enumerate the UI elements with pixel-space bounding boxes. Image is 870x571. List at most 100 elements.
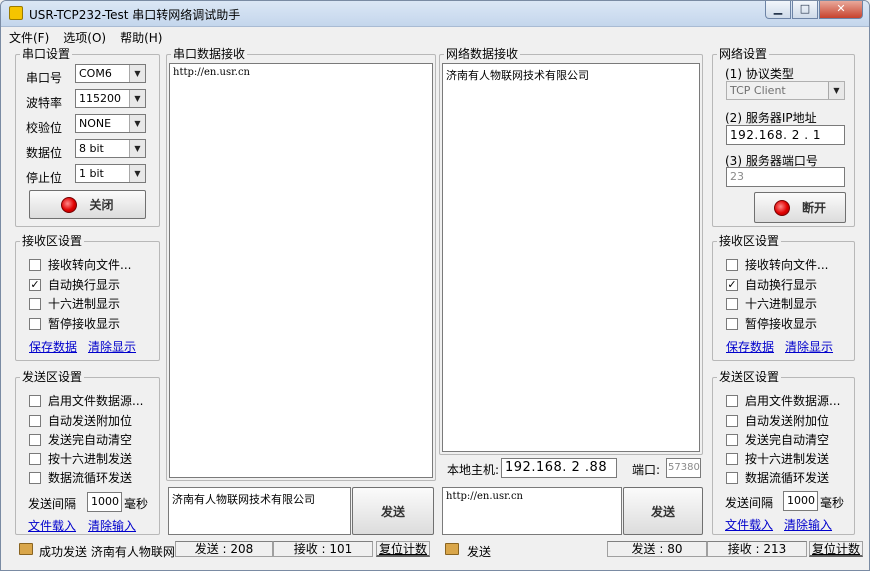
serial-load-file-link[interactable]: 文件载入 bbox=[28, 517, 76, 534]
checkbox-box[interactable] bbox=[29, 317, 41, 330]
net-clear-input-link[interactable]: 清除输入 bbox=[784, 516, 832, 533]
serial-receive-settings-title: 接收区设置 bbox=[20, 234, 85, 248]
serial-clear-input-link[interactable]: 清除输入 bbox=[88, 517, 136, 534]
serial-interval-input[interactable]: 1000 bbox=[87, 492, 122, 512]
net-tx-file-source-checkbox[interactable]: 启用文件数据源... bbox=[726, 392, 840, 409]
close-button[interactable]: ✕ bbox=[819, 1, 863, 19]
checkbox-box[interactable] bbox=[726, 471, 738, 484]
checkbox-box[interactable] bbox=[29, 258, 41, 271]
net-tx-append-checkbox[interactable]: 自动发送附加位 bbox=[726, 412, 829, 429]
net-send-textarea[interactable]: http://en.usr.cn bbox=[442, 487, 622, 535]
net-clear-display-link[interactable]: 清除显示 bbox=[785, 338, 833, 355]
server-ip-label: (2) 服务器IP地址 bbox=[725, 111, 817, 125]
checkbox-box[interactable] bbox=[726, 317, 738, 330]
databits-select[interactable]: 8 bit ▼ bbox=[75, 139, 146, 158]
serial-rx-hex-checkbox[interactable]: 十六进制显示 bbox=[29, 295, 120, 312]
checkbox-box[interactable] bbox=[29, 471, 41, 484]
net-receive-title: 网络数据接收 bbox=[444, 47, 521, 61]
serial-tx-autoclear-checkbox[interactable]: 发送完自动清空 bbox=[29, 431, 132, 448]
net-interval-input[interactable]: 1000 bbox=[783, 491, 818, 511]
stopbits-select[interactable]: 1 bit ▼ bbox=[75, 164, 146, 183]
checkbox-box[interactable] bbox=[726, 297, 738, 310]
net-save-data-link[interactable]: 保存数据 bbox=[726, 338, 774, 355]
serial-send-settings-group: 发送区设置 启用文件数据源... 自动发送附加位 发送完自动清空 按十六进制发送… bbox=[15, 370, 160, 535]
net-receive-textarea[interactable]: 济南有人物联网技术有限公司 bbox=[442, 63, 700, 452]
checkbox-box[interactable] bbox=[726, 258, 738, 271]
server-ip-input[interactable]: 192.168. 2 . 1 bbox=[726, 125, 845, 145]
protocol-select[interactable]: TCP Client ▼ bbox=[726, 81, 845, 100]
local-host-input[interactable]: 192.168. 2 .88 bbox=[501, 458, 617, 478]
checkbox-box[interactable] bbox=[726, 394, 738, 407]
baud-select[interactable]: 115200 ▼ bbox=[75, 89, 146, 108]
network-settings-title: 网络设置 bbox=[717, 47, 770, 61]
net-send-button[interactable]: 发送 bbox=[623, 487, 703, 535]
chevron-down-icon[interactable]: ▼ bbox=[129, 165, 145, 182]
network-settings-group: 网络设置 (1) 协议类型 TCP Client ▼ (2) 服务器IP地址 19… bbox=[712, 47, 855, 227]
port-select[interactable]: COM6 ▼ bbox=[75, 64, 146, 83]
serial-rx-autowrap-checkbox[interactable]: ✓ 自动换行显示 bbox=[29, 276, 120, 293]
serial-send-settings-title: 发送区设置 bbox=[20, 370, 85, 384]
checkbox-box[interactable]: ✓ bbox=[726, 278, 738, 291]
serial-clear-display-link[interactable]: 清除显示 bbox=[88, 338, 136, 355]
net-load-file-link[interactable]: 文件载入 bbox=[725, 516, 773, 533]
net-rx-autowrap-checkbox[interactable]: ✓ 自动换行显示 bbox=[726, 276, 817, 293]
maximize-button[interactable]: □ bbox=[792, 1, 818, 19]
menu-help[interactable]: 帮助(H) bbox=[120, 29, 162, 46]
window-title: USR-TCP232-Test 串口转网络调试助手 bbox=[29, 8, 241, 22]
checkbox-box[interactable] bbox=[29, 452, 41, 465]
checkbox-box[interactable] bbox=[726, 452, 738, 465]
menu-bar: 文件(F) 选项(O) 帮助(H) bbox=[1, 27, 869, 47]
serial-save-data-link[interactable]: 保存数据 bbox=[29, 338, 77, 355]
title-bar[interactable]: USR-TCP232-Test 串口转网络调试助手 ▁ □ ✕ bbox=[1, 1, 869, 27]
status-led-icon bbox=[773, 199, 790, 216]
serial-receive-textarea[interactable]: http://en.usr.cn bbox=[169, 63, 433, 478]
menu-options[interactable]: 选项(O) bbox=[63, 29, 106, 46]
chevron-down-icon[interactable]: ▼ bbox=[828, 82, 844, 99]
status-bar: 成功发送 济南有人物联网 发送 : 208 接收 : 101 复位计数 发送 发… bbox=[1, 539, 869, 570]
serial-open-close-button[interactable]: 关闭 bbox=[29, 190, 146, 219]
chevron-down-icon[interactable]: ▼ bbox=[129, 65, 145, 82]
network-connect-button[interactable]: 断开 bbox=[754, 192, 846, 223]
app-icon bbox=[9, 6, 23, 20]
net-tx-loop-checkbox[interactable]: 数据流循环发送 bbox=[726, 469, 829, 486]
serial-sent-count: 发送 : 208 bbox=[175, 541, 273, 557]
serial-tx-hex-checkbox[interactable]: 按十六进制发送 bbox=[29, 450, 132, 467]
server-port-input[interactable]: 23 bbox=[726, 167, 845, 187]
checkbox-box[interactable] bbox=[29, 394, 41, 407]
parity-select[interactable]: NONE ▼ bbox=[75, 114, 146, 133]
serial-interval-unit: 毫秒 bbox=[124, 497, 149, 511]
serial-interval-label: 发送间隔 bbox=[28, 497, 77, 511]
status-led-icon bbox=[61, 196, 78, 213]
chevron-down-icon[interactable]: ▼ bbox=[129, 90, 145, 107]
checkbox-box[interactable] bbox=[29, 297, 41, 310]
local-host-label: 本地主机: bbox=[447, 463, 500, 477]
chevron-down-icon[interactable]: ▼ bbox=[129, 140, 145, 157]
local-port-label: 端口: bbox=[632, 463, 661, 477]
serial-reset-count-button[interactable]: 复位计数 bbox=[376, 541, 431, 557]
serial-send-button[interactable]: 发送 bbox=[352, 487, 434, 535]
local-port-input[interactable]: 57380 bbox=[666, 458, 701, 478]
serial-tx-loop-checkbox[interactable]: 数据流循环发送 bbox=[29, 469, 132, 486]
checkbox-box[interactable] bbox=[726, 433, 738, 446]
net-rx-pause-checkbox[interactable]: 暂停接收显示 bbox=[726, 315, 817, 332]
checkbox-box[interactable] bbox=[726, 414, 738, 427]
checkbox-box[interactable] bbox=[29, 414, 41, 427]
serial-rx-to-file-checkbox[interactable]: 接收转向文件... bbox=[29, 256, 131, 273]
net-receive-settings-title: 接收区设置 bbox=[717, 234, 782, 248]
net-tx-hex-checkbox[interactable]: 按十六进制发送 bbox=[726, 450, 829, 467]
net-rx-to-file-checkbox[interactable]: 接收转向文件... bbox=[726, 256, 828, 273]
chevron-down-icon[interactable]: ▼ bbox=[129, 115, 145, 132]
net-rx-hex-checkbox[interactable]: 十六进制显示 bbox=[726, 295, 817, 312]
serial-tx-file-source-checkbox[interactable]: 启用文件数据源... bbox=[29, 392, 143, 409]
checkbox-box[interactable] bbox=[29, 433, 41, 446]
protocol-label: (1) 协议类型 bbox=[725, 67, 794, 81]
net-reset-count-button[interactable]: 复位计数 bbox=[809, 541, 864, 557]
net-tx-autoclear-checkbox[interactable]: 发送完自动清空 bbox=[726, 431, 829, 448]
net-interval-label: 发送间隔 bbox=[725, 496, 774, 510]
serial-rx-pause-checkbox[interactable]: 暂停接收显示 bbox=[29, 315, 120, 332]
checkbox-box[interactable]: ✓ bbox=[29, 278, 41, 291]
serial-send-textarea[interactable]: 济南有人物联网技术有限公司 bbox=[168, 487, 351, 535]
serial-tx-append-checkbox[interactable]: 自动发送附加位 bbox=[29, 412, 132, 429]
minimize-button[interactable]: ▁ bbox=[765, 1, 791, 19]
menu-file[interactable]: 文件(F) bbox=[9, 29, 49, 46]
